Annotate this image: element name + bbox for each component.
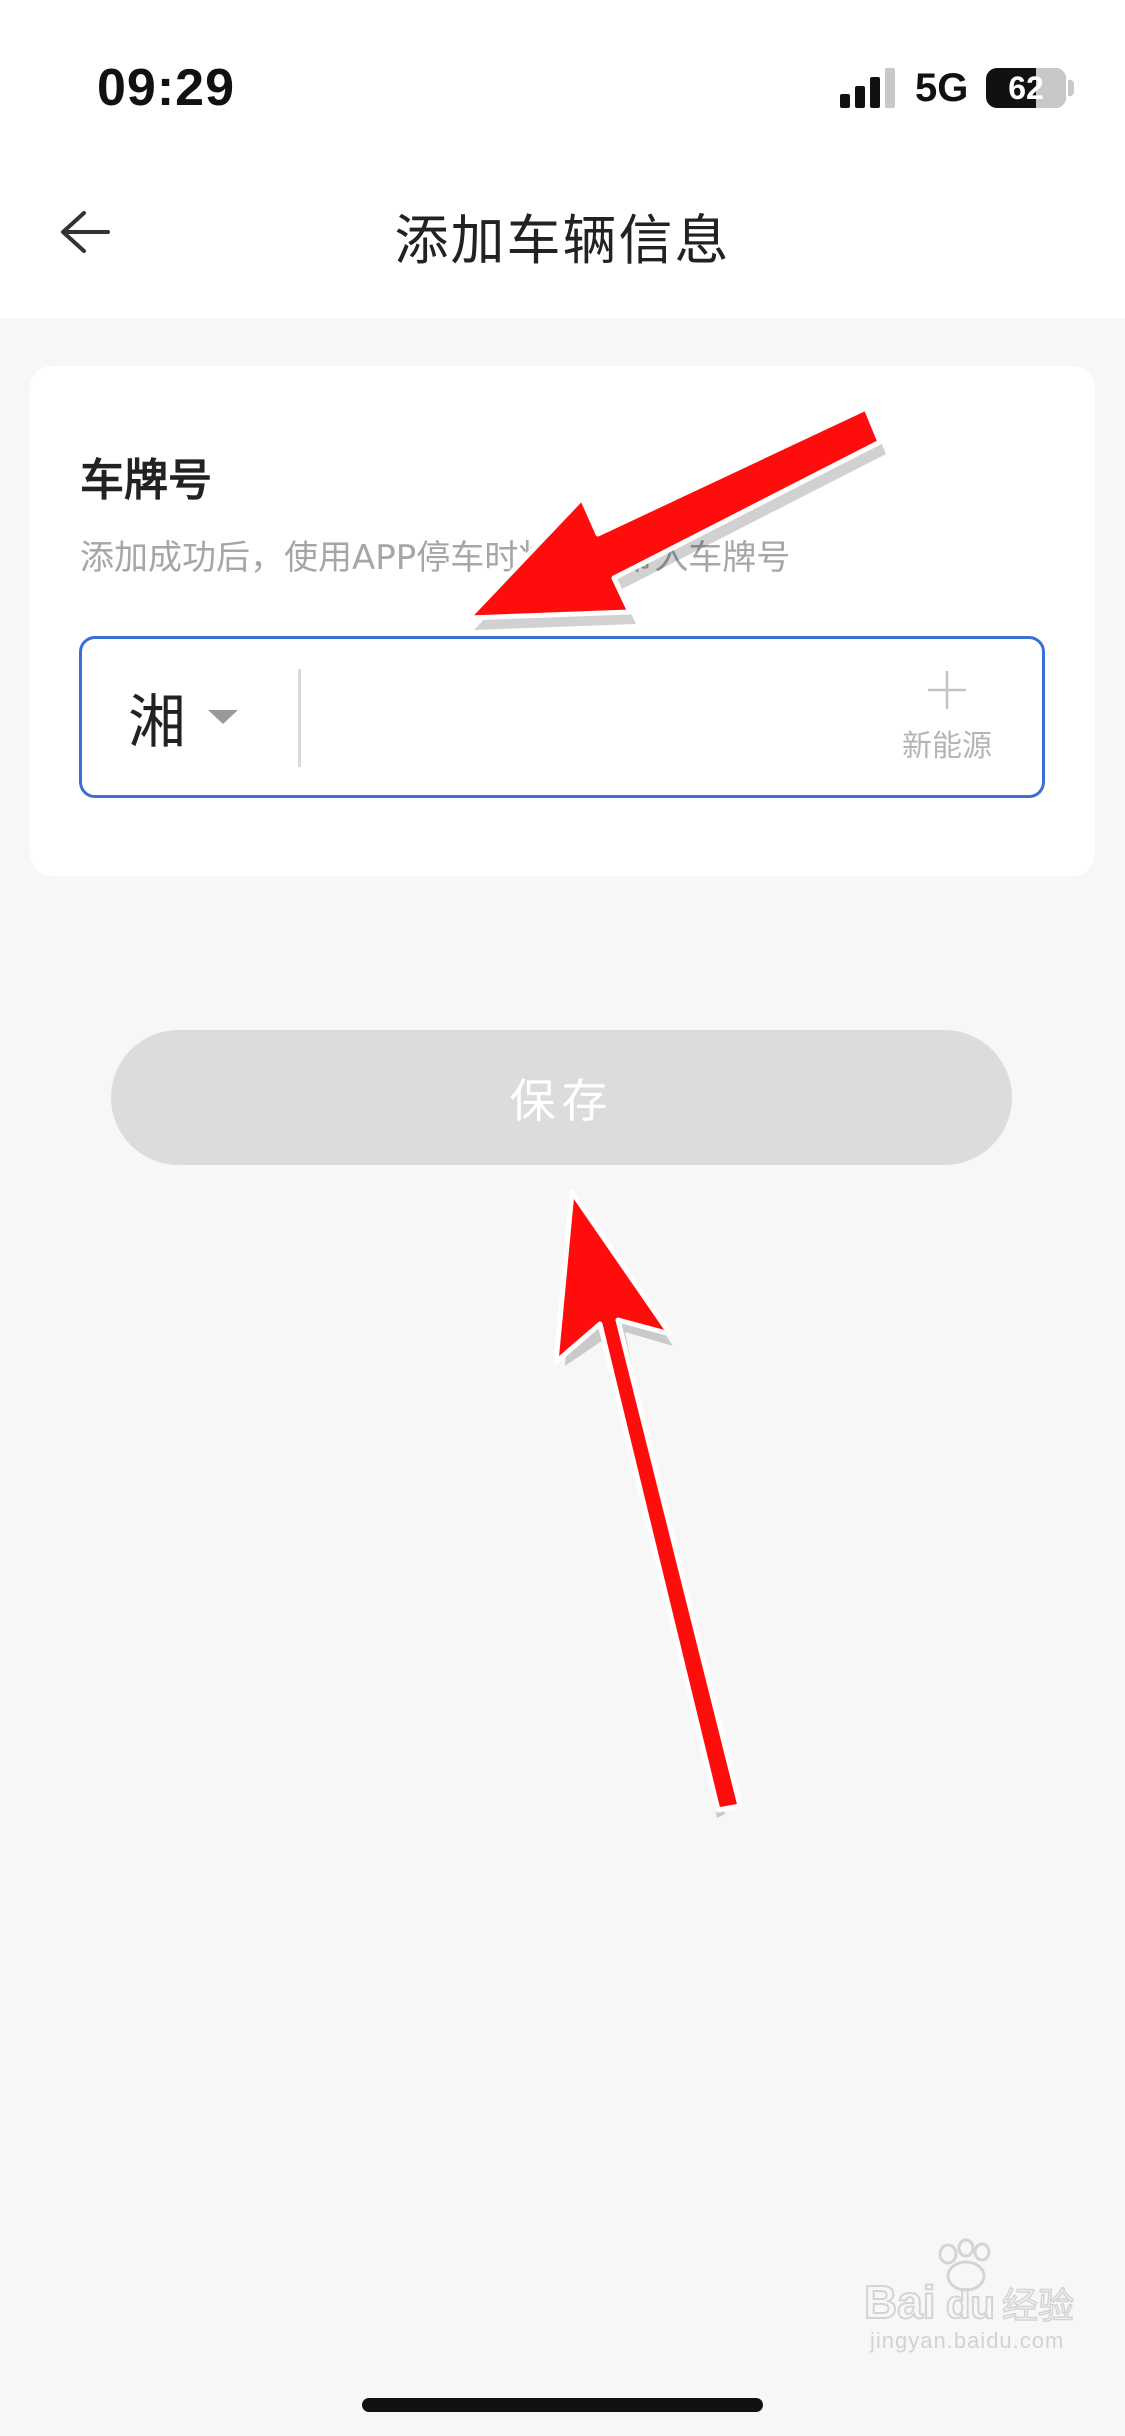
battery-icon: 62 bbox=[986, 68, 1066, 108]
plate-input-box: 湘 新能源 bbox=[79, 636, 1045, 798]
plate-card: 车牌号 添加成功后，使用APP停车时将自动带入车牌号 湘 新能源 bbox=[30, 366, 1095, 876]
save-button-label: 保存 bbox=[509, 1073, 614, 1128]
network-type: 5G bbox=[915, 66, 969, 110]
province-selector[interactable]: 湘 bbox=[104, 639, 244, 795]
save-button[interactable]: 保存 bbox=[111, 1030, 1012, 1165]
svg-text:经验: 经验 bbox=[1002, 2286, 1074, 2326]
header-area: 09:29 5G 62 添加车辆信息 bbox=[0, 0, 1125, 318]
status-time: 09:29 bbox=[97, 59, 235, 117]
new-energy-button[interactable]: 新能源 bbox=[892, 669, 1002, 769]
svg-text:du: du bbox=[946, 2283, 995, 2326]
svg-text:Bai: Bai bbox=[864, 2276, 936, 2326]
plate-section-title: 车牌号 bbox=[80, 455, 212, 506]
annotation-arrow-to-save bbox=[553, 1189, 743, 1818]
plus-icon bbox=[928, 671, 966, 709]
home-indicator[interactable] bbox=[362, 2398, 763, 2412]
cellular-signal-icon bbox=[840, 68, 895, 108]
caret-down-icon bbox=[208, 710, 239, 724]
input-divider bbox=[298, 669, 301, 767]
new-energy-label: 新能源 bbox=[902, 729, 992, 764]
page-title: 添加车辆信息 bbox=[394, 209, 731, 272]
battery-level: 62 bbox=[1008, 69, 1044, 106]
plate-hint-text: 添加成功后，使用APP停车时将自动带入车牌号 bbox=[80, 538, 791, 578]
province-value: 湘 bbox=[128, 688, 187, 756]
baidu-jingyan-watermark-logo: Bai du 经验 bbox=[863, 2238, 1075, 2326]
battery-cap bbox=[1068, 80, 1074, 96]
plate-number-input[interactable] bbox=[318, 659, 882, 779]
watermark-site: jingyan.baidu.com bbox=[870, 2328, 1065, 2353]
